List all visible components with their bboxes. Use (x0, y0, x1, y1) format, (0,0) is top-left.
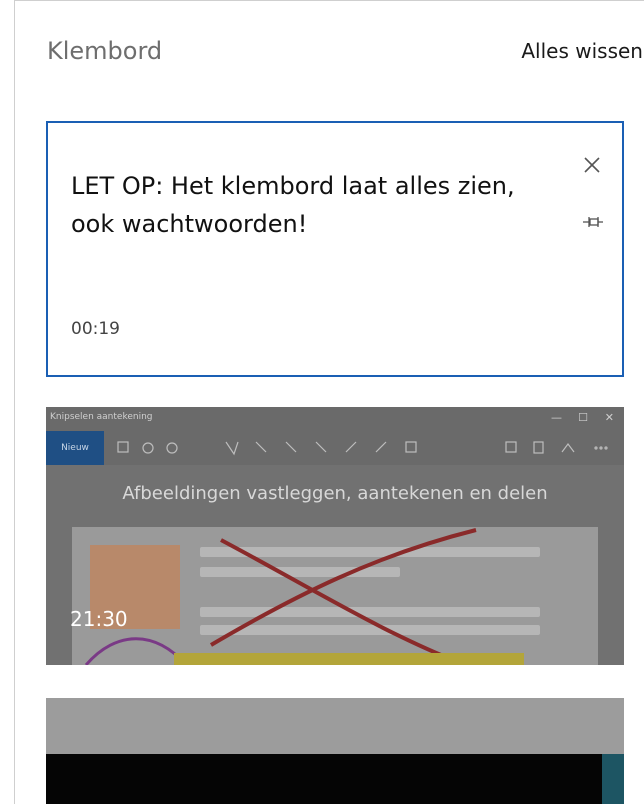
thumbnail-dark-area (46, 754, 624, 804)
close-icon[interactable] (582, 155, 602, 175)
clipboard-title: Klembord (47, 37, 163, 65)
clipboard-item-time: 21:30 (70, 607, 128, 631)
clipboard-header: Klembord Alles wissen (15, 1, 644, 101)
maximize-icon: ☐ (578, 411, 588, 424)
thumbnail-highlight (174, 653, 524, 665)
clipboard-item-image[interactable]: Knipselen aantekening — ☐ ✕ Nieuw Afbeel… (46, 407, 624, 665)
thumbnail-window-title: Knipselen aantekening (50, 412, 153, 422)
thumbnail-edge (602, 754, 624, 804)
thumbnail-new-button: Nieuw (46, 431, 104, 465)
clear-all-button[interactable]: Alles wissen (521, 39, 643, 63)
clipboard-item-image[interactable] (46, 698, 624, 804)
pin-icon[interactable] (582, 215, 604, 229)
clipboard-item-time: 00:19 (71, 319, 120, 339)
thumbnail-annotations (84, 528, 477, 665)
thumbnail-body: Afbeeldingen vastleggen, aantekenen en d… (46, 465, 624, 665)
clipboard-panel: Klembord Alles wissen LET OP: Het klembo… (14, 0, 644, 804)
toolbar-icons (117, 441, 608, 456)
minimize-icon: — (551, 411, 562, 424)
thumbnail-toolbar: Nieuw (46, 431, 624, 465)
thumbnail-titlebar: Knipselen aantekening — ☐ ✕ (46, 407, 624, 431)
clipboard-item-content: LET OP: Het klembord laat alles zien, oo… (71, 172, 515, 238)
close-window-icon: ✕ (604, 411, 614, 424)
clipboard-item-text[interactable]: LET OP: Het klembord laat alles zien, oo… (46, 121, 624, 377)
